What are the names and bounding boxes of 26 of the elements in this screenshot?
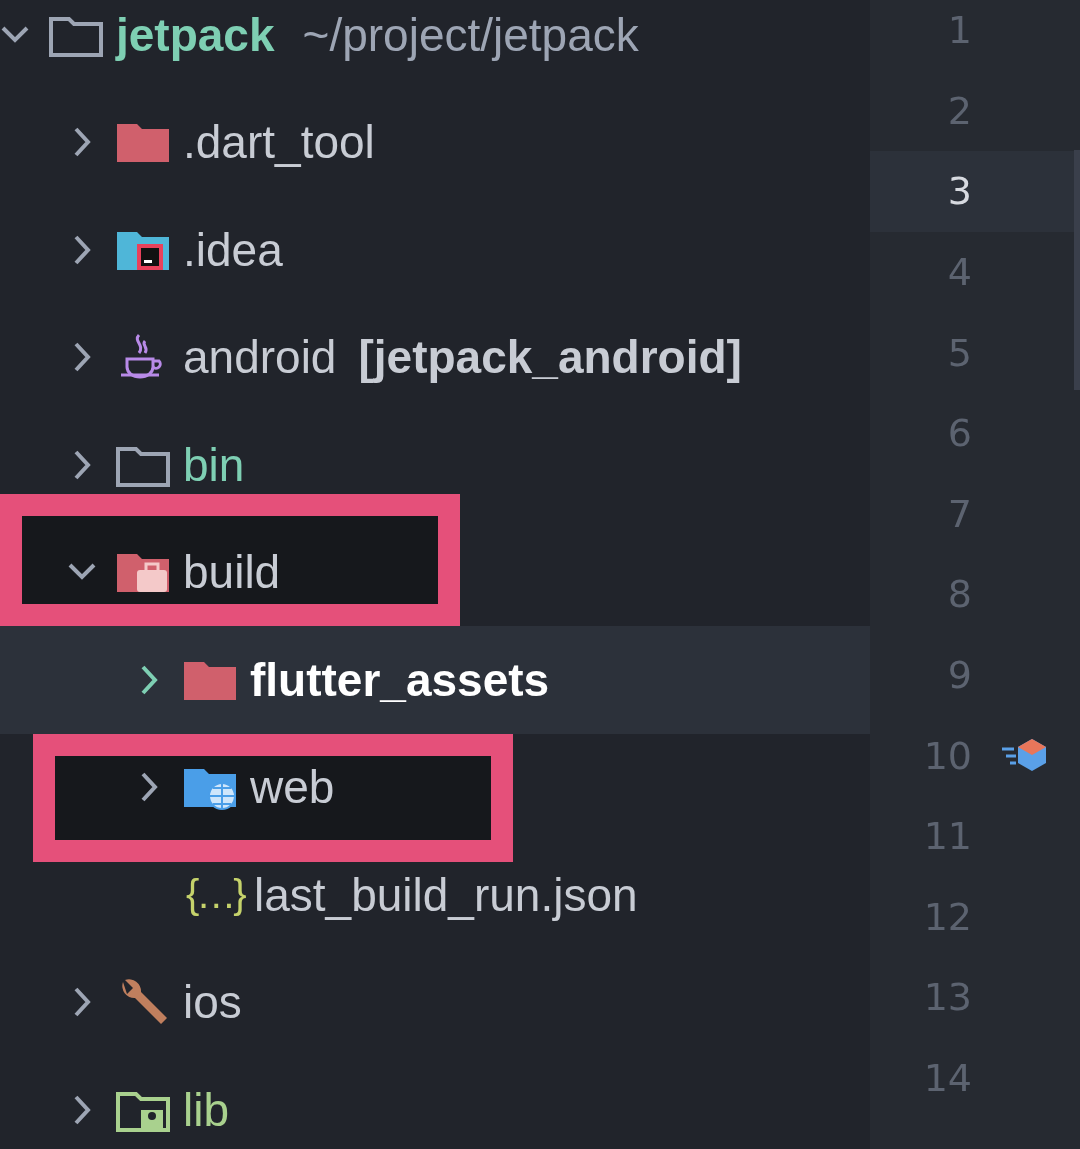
line-number: 3: [946, 169, 972, 214]
tree-item[interactable]: build: [67, 545, 281, 600]
line-number: 5: [946, 330, 972, 375]
line-number: 4: [946, 250, 972, 295]
tree-item[interactable]: lib: [67, 1082, 230, 1137]
tree-item[interactable]: web: [134, 760, 335, 815]
tree-item[interactable]: ios: [67, 975, 242, 1030]
line-number: 9: [946, 653, 972, 698]
line-number: 8: [946, 572, 972, 617]
tree-item[interactable]: flutter_assets: [134, 652, 550, 707]
tree-item[interactable]: {…} last_build_run.json: [134, 867, 638, 922]
line-number: 14: [922, 1056, 972, 1100]
line-number: 10: [922, 733, 972, 778]
tree-item[interactable]: android [jetpack_android]: [67, 330, 742, 385]
tree-item[interactable]: jetpack ~/project/jetpack: [0, 7, 639, 62]
line-number: 12: [922, 894, 972, 939]
line-number: 13: [922, 975, 972, 1020]
tree-item[interactable]: .idea: [67, 222, 283, 277]
line-number: 7: [946, 491, 972, 536]
scrollbar[interactable]: [1074, 150, 1080, 390]
line-number: 6: [946, 411, 972, 456]
line-number: 1: [946, 8, 972, 53]
line-number: 11: [922, 814, 972, 859]
line-number: 2: [946, 88, 972, 133]
tree-item[interactable]: .dart_tool: [67, 115, 375, 170]
tree-item[interactable]: bin: [67, 437, 245, 492]
